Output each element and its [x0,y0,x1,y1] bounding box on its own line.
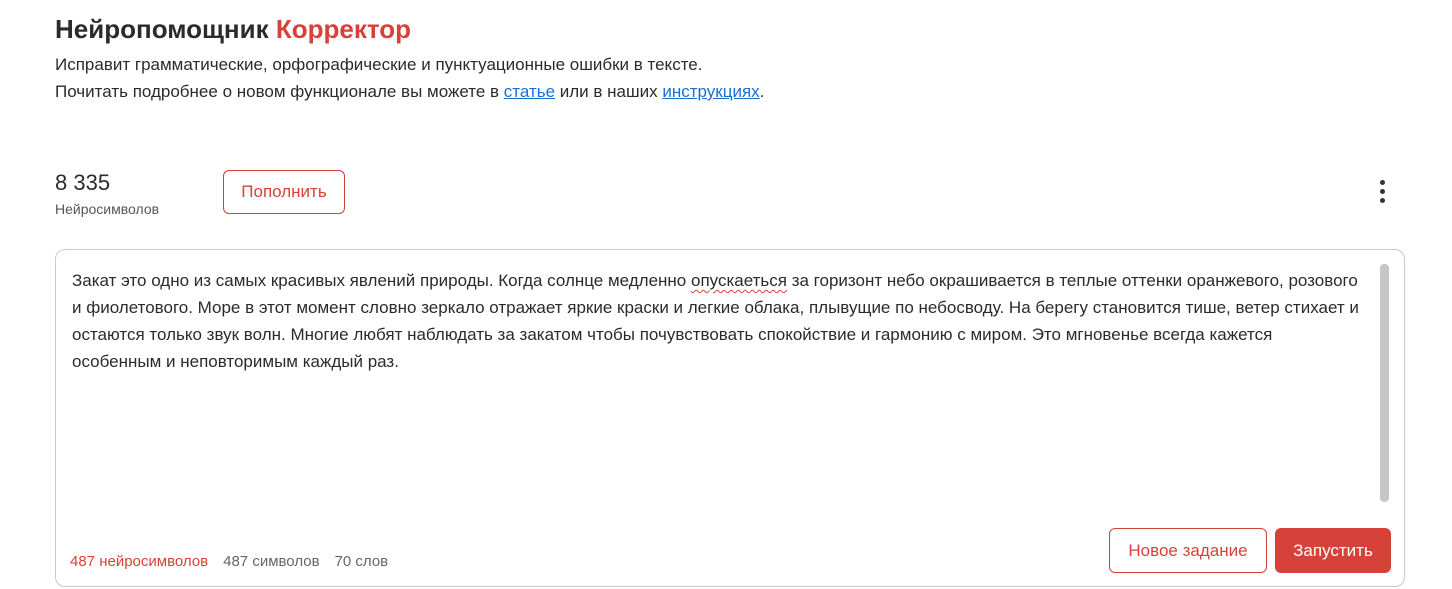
editor-text-before: Закат это одно из самых красивых явлений… [72,271,691,290]
page-title-accent: Корректор [275,14,412,44]
words-count: 70 слов [334,553,389,570]
run-button[interactable]: Запустить [1275,528,1391,573]
topup-button[interactable]: Пополнить [223,170,345,214]
article-link[interactable]: статье [504,82,555,101]
description-text-after: . [759,82,765,101]
text-stats: 487 нейросимволов 487 символов 70 слов [70,553,403,570]
description-text-before: Почитать подробнее о новом функционале в… [55,82,504,101]
page-title-main: Нейропомощник [55,14,269,44]
text-editor[interactable]: Закат это одно из самых красивых явлений… [55,249,1405,587]
page: Нейропомощник Корректор Исправит граммат… [0,0,1452,589]
balance-label: Нейросимволов [55,201,160,217]
balance-value: 8 335 [55,170,111,195]
page-title: Нейропомощник Корректор [55,14,411,45]
editor-text[interactable]: Закат это одно из самых красивых явлений… [72,267,1362,375]
neuro-symbols-count: 487 нейросимволов [70,553,209,570]
more-dot [1379,188,1385,194]
more-vertical-icon[interactable] [1368,176,1396,206]
description-line-2: Почитать подробнее о новом функционале в… [55,82,764,102]
more-dot [1379,197,1385,203]
symbols-count: 487 символов [223,553,320,570]
editor-scrollbar[interactable] [1380,264,1389,502]
new-task-button[interactable]: Новое задание [1109,528,1267,573]
description-line-1: Исправит грамматические, орфографические… [55,55,703,74]
more-dot [1379,179,1385,185]
misspelled-word[interactable]: опускаеться [691,271,787,290]
instructions-link[interactable]: инструкциях [662,82,759,101]
description-text-middle: или в наших [555,82,663,101]
